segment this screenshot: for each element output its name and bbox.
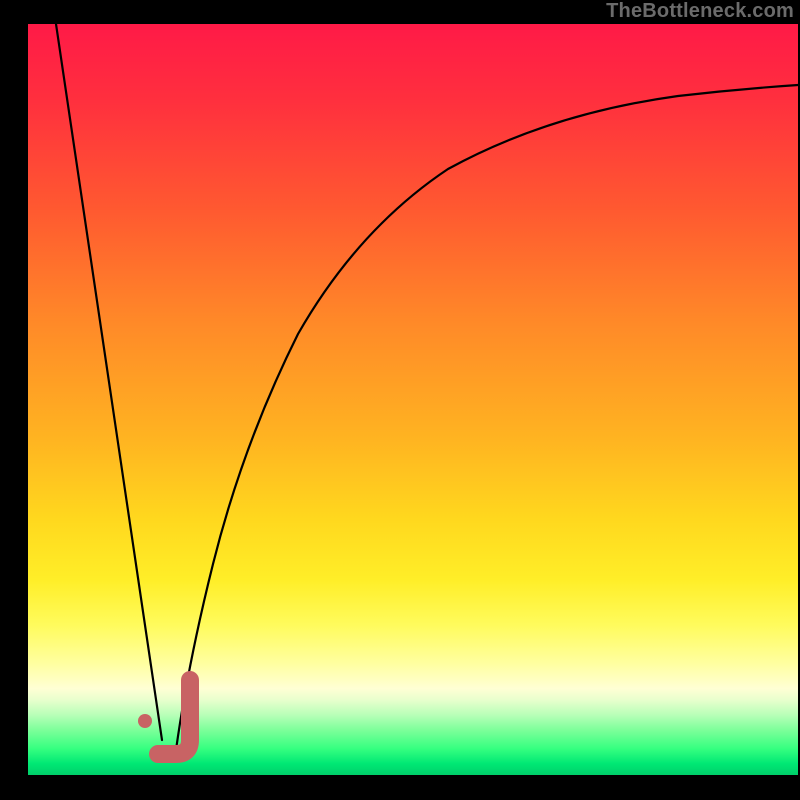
j-dot-icon xyxy=(138,714,152,728)
plot-area xyxy=(28,24,798,775)
watermark-text: TheBottleneck.com xyxy=(606,0,794,23)
curves-svg xyxy=(28,24,798,775)
j-hook-icon xyxy=(158,680,190,754)
chart-frame: TheBottleneck.com xyxy=(0,0,800,800)
right-curve xyxy=(176,85,798,750)
left-line xyxy=(56,24,162,740)
